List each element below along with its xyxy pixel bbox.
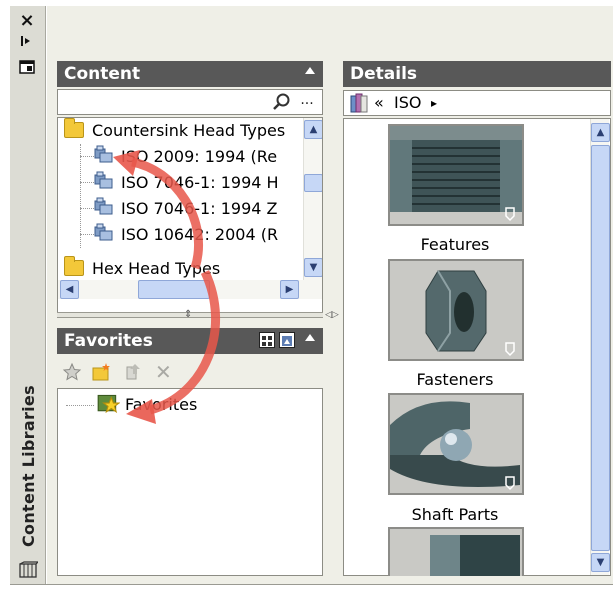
details-panel-header[interactable]: Details [343, 61, 611, 87]
favorites-star-icon[interactable] [62, 362, 82, 386]
content-panel-title: Content [64, 64, 141, 84]
tree-item-iso-2009[interactable]: ISO 2009: 1994 (Re [94, 144, 277, 170]
partial-thumbnail-icon [390, 529, 522, 576]
tree-item-hex-head-types[interactable]: Hex Head Types [64, 256, 220, 282]
scroll-up-button[interactable]: ▲ [304, 120, 322, 139]
tree-connector [80, 208, 94, 209]
more-options-button[interactable]: ... [296, 92, 318, 112]
tree-item-label: ISO 7046-1: 1994 Z [121, 199, 278, 218]
scroll-thumb[interactable] [138, 280, 210, 299]
tile-features[interactable] [388, 124, 524, 226]
content-vertical-scrollbar[interactable]: ▲ ▼ [303, 118, 322, 280]
favorites-panel-title: Favorites [64, 331, 153, 351]
tree-item-label: ISO 10642: 2004 (R [121, 225, 279, 244]
vertical-splitter-grip-icon[interactable]: ◁▷ [325, 310, 339, 320]
details-panel-title: Details [350, 64, 418, 84]
tree-connector [80, 144, 81, 248]
tree-item-iso-7046-z[interactable]: ISO 7046-1: 1994 Z [94, 196, 277, 222]
scroll-down-button[interactable]: ▼ [304, 258, 322, 277]
palette-title-bar: × Content Libraries [10, 6, 46, 584]
tree-item-countersink-head-types[interactable]: Countersink Head Types [64, 118, 285, 144]
tile-label-shaft-parts: Shaft Parts [411, 505, 499, 524]
scroll-down-button[interactable]: ▼ [591, 553, 610, 572]
fasteners-thumbnail-icon [390, 261, 522, 359]
tile-label-features: Features [420, 235, 490, 254]
breadcrumb: « ISO ▸ [343, 90, 611, 116]
divider [10, 584, 613, 585]
tile-partial[interactable] [388, 527, 524, 576]
favorites-tree: Favorites [57, 388, 323, 576]
part-family-icon [94, 171, 113, 189]
details-vertical-scrollbar[interactable]: ▲ ▼ [590, 119, 610, 575]
tree-connector [66, 405, 94, 406]
library-books-icon [348, 92, 372, 121]
scroll-left-button[interactable]: ◀ [60, 280, 79, 299]
favorites-panel-header[interactable]: Favorites [57, 328, 323, 354]
delete-icon[interactable]: ✕ [155, 360, 172, 384]
tree-item-iso-7046-h[interactable]: ISO 7046-1: 1994 H [94, 170, 279, 196]
list-view-icon[interactable] [259, 332, 275, 348]
tree-item-label: Countersink Head Types [92, 121, 286, 140]
tree-item-label: ISO 2009: 1994 (Re [121, 147, 278, 166]
move-icon[interactable] [123, 362, 143, 386]
autohide-icon[interactable] [16, 34, 38, 54]
tree-connector [80, 234, 94, 235]
scroll-thumb[interactable] [304, 174, 322, 192]
tile-shaft-parts[interactable] [388, 393, 524, 495]
search-icon[interactable] [272, 92, 292, 112]
splitter-grip-icon[interactable]: ⇕ [184, 309, 192, 321]
scroll-thumb[interactable] [591, 145, 610, 551]
content-horizontal-scrollbar[interactable]: ◀ ▶ [58, 280, 322, 299]
new-folder-icon[interactable] [91, 362, 113, 386]
tree-connector [80, 182, 94, 183]
tree-item-iso-10642[interactable]: ISO 10642: 2004 (R [94, 222, 278, 248]
close-icon[interactable]: × [16, 10, 38, 31]
tree-connector [80, 156, 94, 157]
tree-item-label: ISO 7046-1: 1994 H [121, 173, 279, 192]
content-search-field[interactable]: ... [57, 89, 323, 115]
scroll-right-button[interactable]: ▶ [280, 280, 299, 299]
content-panel-header[interactable]: Content [57, 61, 323, 87]
tree-item-label: Favorites [125, 395, 198, 414]
library-icon [18, 561, 40, 583]
part-family-icon [94, 197, 113, 215]
tile-label-fasteners: Fasteners [416, 370, 494, 389]
favorites-folder-icon [97, 394, 120, 413]
favorites-toolbar: ✕ [57, 358, 323, 388]
content-libraries-window: × Content Libraries Content ... Counters… [0, 0, 613, 589]
features-thumbnail-icon [390, 126, 522, 224]
scroll-up-button[interactable]: ▲ [591, 123, 610, 142]
content-tree: Countersink Head Types ISO 2009: 1994 (R… [57, 117, 323, 317]
tile-fasteners[interactable] [388, 259, 524, 361]
breadcrumb-item-iso[interactable]: ISO [394, 91, 421, 115]
breadcrumb-chevron-icon[interactable]: ▸ [431, 91, 437, 115]
palette-title: Content Libraries [19, 385, 38, 547]
thumbnail-view-icon[interactable] [279, 332, 295, 348]
folder-icon [64, 118, 84, 138]
part-family-icon [94, 145, 113, 163]
tree-item-label: Hex Head Types [92, 259, 221, 278]
breadcrumb-back-button[interactable]: « [374, 91, 384, 115]
folder-icon [64, 256, 84, 276]
part-family-icon [94, 223, 113, 241]
tree-item-favorites[interactable]: Favorites [96, 391, 197, 417]
collapse-up-icon[interactable] [305, 67, 315, 74]
collapse-up-icon[interactable] [305, 334, 315, 341]
shaft-parts-thumbnail-icon [390, 395, 522, 493]
properties-icon[interactable] [16, 60, 38, 80]
